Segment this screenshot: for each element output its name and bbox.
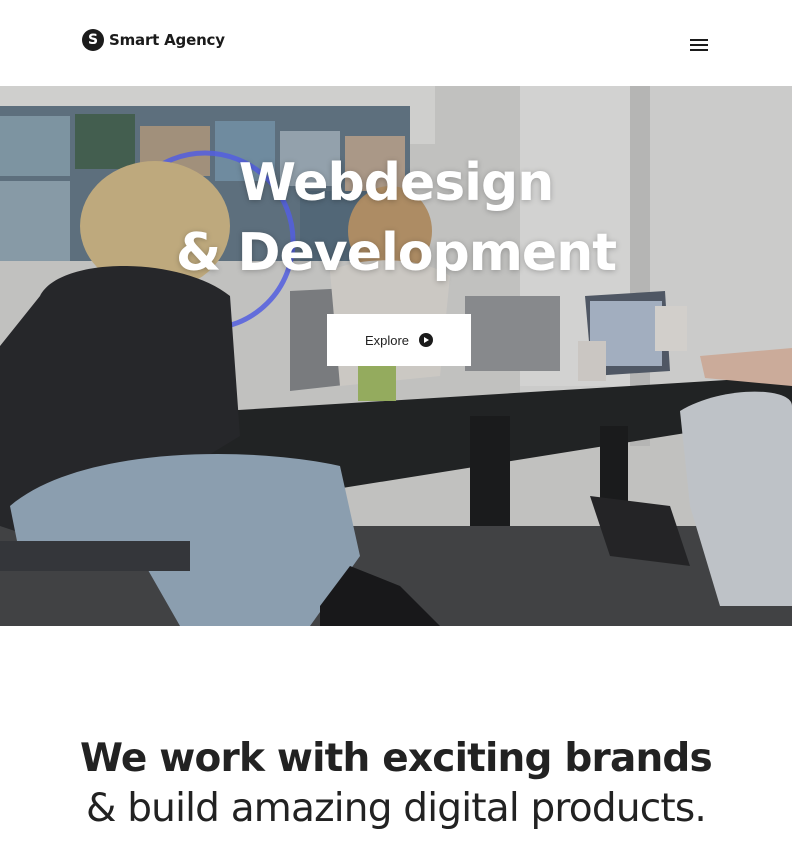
menu-bar-line xyxy=(690,39,708,41)
hamburger-menu-icon[interactable] xyxy=(686,34,712,56)
intro-section: We work with exciting brands & build ama… xyxy=(0,626,792,862)
intro-subheading: & build amazing digital products. xyxy=(86,786,707,831)
hero-section: Webdesign & Development Explore xyxy=(0,86,792,626)
logo-mark-icon: S xyxy=(82,29,104,51)
hero-title-line: Webdesign xyxy=(238,153,555,213)
menu-bar-line xyxy=(690,44,708,46)
explore-button-label: Explore xyxy=(364,332,410,348)
hero-title-line: & Development xyxy=(175,223,617,283)
site-header: S Smart Agency xyxy=(0,0,792,86)
intro-heading: We work with exciting brands xyxy=(80,736,713,781)
hero-title: Webdesign & Development xyxy=(0,148,792,288)
explore-button[interactable]: Explore xyxy=(327,314,471,366)
menu-bar-line xyxy=(690,49,708,51)
play-circle-icon xyxy=(419,333,434,347)
logo[interactable]: S Smart Agency xyxy=(82,29,225,51)
logo-text: Smart Agency xyxy=(109,31,225,49)
